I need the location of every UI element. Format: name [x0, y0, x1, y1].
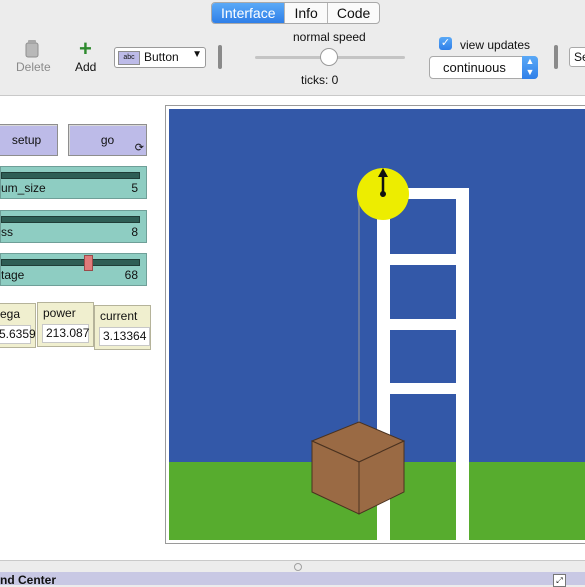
monitor-omega: ega 5.6359 — [0, 303, 36, 348]
setup-label: setup — [11, 133, 42, 147]
tab-info[interactable]: Info — [285, 3, 328, 23]
slider-label: um_size — [1, 181, 46, 195]
toolbar-divider-right — [554, 45, 558, 69]
slider-ss[interactable]: ss 8 — [0, 210, 147, 243]
delete-label: Delete — [16, 60, 51, 74]
slider-value: 68 — [124, 268, 138, 282]
toolbar-divider — [218, 45, 222, 69]
widget-type-select[interactable]: abc Button ▼ — [114, 47, 206, 68]
add-label: Add — [75, 60, 97, 74]
view-updates-label: view updates — [460, 38, 531, 52]
tab-code[interactable]: Code — [328, 3, 379, 23]
slider-track[interactable] — [1, 172, 140, 179]
speed-slider-knob[interactable] — [320, 48, 338, 66]
settings-button[interactable]: Se — [569, 47, 585, 67]
button-widget-icon: abc — [118, 51, 140, 65]
tab-bar: Interface Info Code — [211, 2, 381, 24]
setup-button[interactable]: setup — [0, 124, 58, 156]
trash-icon — [25, 40, 39, 58]
slider-value: 5 — [131, 181, 138, 195]
update-mode-value: continuous — [443, 60, 506, 75]
settings-label: Se — [574, 50, 585, 64]
tab-interface[interactable]: Interface — [212, 3, 286, 23]
expand-icon[interactable]: ⤢ — [553, 574, 566, 587]
monitor-value: 213.087 — [42, 324, 89, 343]
world-view[interactable] — [165, 105, 585, 544]
update-mode-select[interactable]: continuous ▲ ▼ — [429, 56, 538, 79]
forever-loop-icon: ⟳ — [134, 142, 144, 154]
slider-um-size[interactable]: um_size 5 — [0, 166, 147, 199]
view-updates-checkbox[interactable]: ✓ — [439, 37, 452, 50]
slider-label: tage — [1, 268, 25, 282]
checkmark-icon: ✓ — [440, 37, 451, 49]
monitor-power: power 213.087 — [37, 302, 94, 347]
world-canvas — [169, 109, 585, 540]
plus-icon: + — [79, 36, 92, 61]
monitor-value: 3.13364 — [99, 327, 150, 346]
delete-button[interactable]: Delete — [14, 38, 52, 74]
speed-label: normal speed — [293, 30, 366, 44]
command-center-header[interactable] — [0, 572, 585, 585]
go-label: go — [100, 133, 115, 147]
monitor-current: current 3.13364 — [94, 305, 151, 350]
widget-type-value: Button — [144, 50, 179, 64]
monitor-value: 5.6359 — [0, 325, 36, 344]
slider-tage[interactable]: tage 68 — [0, 253, 147, 286]
slider-handle[interactable] — [84, 255, 93, 271]
monitor-label: ega — [0, 307, 21, 321]
slider-track[interactable] — [1, 216, 140, 223]
go-button[interactable]: go ⟳ — [68, 124, 147, 156]
stepper-arrows-icon: ▲ ▼ — [522, 56, 538, 79]
slider-track[interactable] — [1, 259, 140, 266]
monitor-label: current — [100, 309, 138, 323]
add-button[interactable]: + Add — [74, 36, 100, 74]
dropdown-arrow-icon: ▼ — [192, 49, 202, 60]
slider-label: ss — [1, 225, 13, 239]
monitor-label: power — [43, 306, 76, 320]
slider-value: 8 — [131, 225, 138, 239]
resize-handle-icon[interactable] — [294, 563, 302, 571]
ticks-label: ticks: 0 — [301, 73, 339, 87]
